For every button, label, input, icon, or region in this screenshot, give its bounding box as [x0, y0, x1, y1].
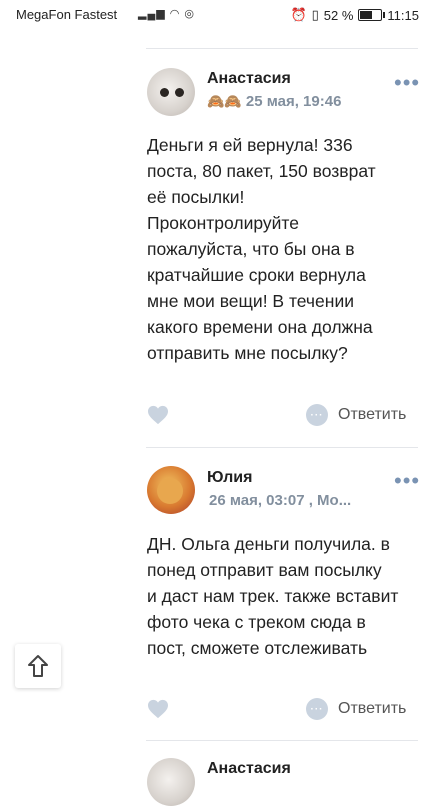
text-line: понед отправит вам посылку — [147, 560, 382, 580]
text-line: кратчайшие сроки вернула — [147, 265, 366, 285]
status-bar: MegaFon Fastest ▂▄▆ ◠ ◎ ⏰ ▯ 52 % 11:15 — [0, 0, 433, 30]
scroll-up-arrow-icon — [28, 655, 48, 677]
comment-bubble-icon: ··· — [306, 698, 328, 720]
text-line: и даст нам трек. также вставит — [147, 586, 399, 606]
heart-icon[interactable] — [147, 699, 169, 719]
battery-icon — [358, 9, 386, 21]
clock: 11:15 — [387, 7, 419, 23]
reply-button[interactable]: ··· Ответить — [306, 698, 406, 720]
divider — [146, 48, 418, 49]
comment-meta: 🙈🙈 25 мая, 19:46 — [207, 93, 341, 110]
text-line: фото чека с треком сюда в — [147, 612, 366, 632]
carrier-name: MegaFon Fastest — [16, 7, 118, 22]
signal-wifi-icon: ▂▄▆ ◠ ◎ — [138, 8, 196, 20]
alarm-icon: ⏰ — [290, 7, 307, 22]
more-dots-icon[interactable]: ••• — [394, 470, 420, 492]
text-line: пост, сможете отслеживать — [147, 638, 368, 658]
text-line: пожалуйста, что бы она в — [147, 239, 355, 259]
comment-date[interactable]: 25 мая, 19:46 — [246, 93, 342, 110]
comment-author[interactable]: Юлия — [207, 469, 252, 487]
reply-label: Ответить — [338, 406, 407, 423]
comment-author[interactable]: Анастасия — [207, 760, 291, 778]
text-line: какого времени она должна — [147, 317, 373, 337]
vibrate-icon: ▯ — [311, 7, 319, 22]
reply-label: Ответить — [338, 700, 407, 717]
scroll-up-button[interactable] — [15, 644, 61, 688]
comment-bubble-icon: ··· — [306, 404, 328, 426]
text-line: Деньги я ей вернула! 336 — [147, 135, 353, 155]
status-right: ⏰ ▯ 52 % 11:15 — [290, 7, 419, 23]
comment-text: ДН. Ольга деньги получила. в понед отпра… — [147, 531, 412, 661]
more-dots-icon[interactable]: ••• — [394, 72, 420, 94]
text-line: её посылки! — [147, 187, 245, 207]
heart-icon[interactable] — [147, 405, 169, 425]
text-line: Проконтролируйте — [147, 213, 299, 233]
battery-percent: 52 % — [323, 7, 354, 23]
avatar[interactable] — [147, 68, 195, 116]
reply-button[interactable]: ··· Ответить — [306, 404, 406, 426]
avatar[interactable] — [147, 758, 195, 806]
divider — [146, 740, 418, 741]
text-line: мне мои вещи! В течении — [147, 291, 354, 311]
text-line: ДН. Ольга деньги получила. в — [147, 534, 390, 554]
avatar[interactable] — [147, 466, 195, 514]
comment-text: Деньги я ей вернула! 336 поста, 80 пакет… — [147, 132, 412, 366]
text-line: отправить мне посылку? — [147, 343, 348, 363]
comment-date[interactable]: 26 мая, 03:07 , Мо... — [209, 492, 351, 509]
text-line: поста, 80 пакет, 150 возврат — [147, 161, 376, 181]
divider — [146, 447, 418, 448]
comment-author[interactable]: Анастасия — [207, 70, 291, 88]
author-emoji: 🙈🙈 — [207, 93, 242, 109]
